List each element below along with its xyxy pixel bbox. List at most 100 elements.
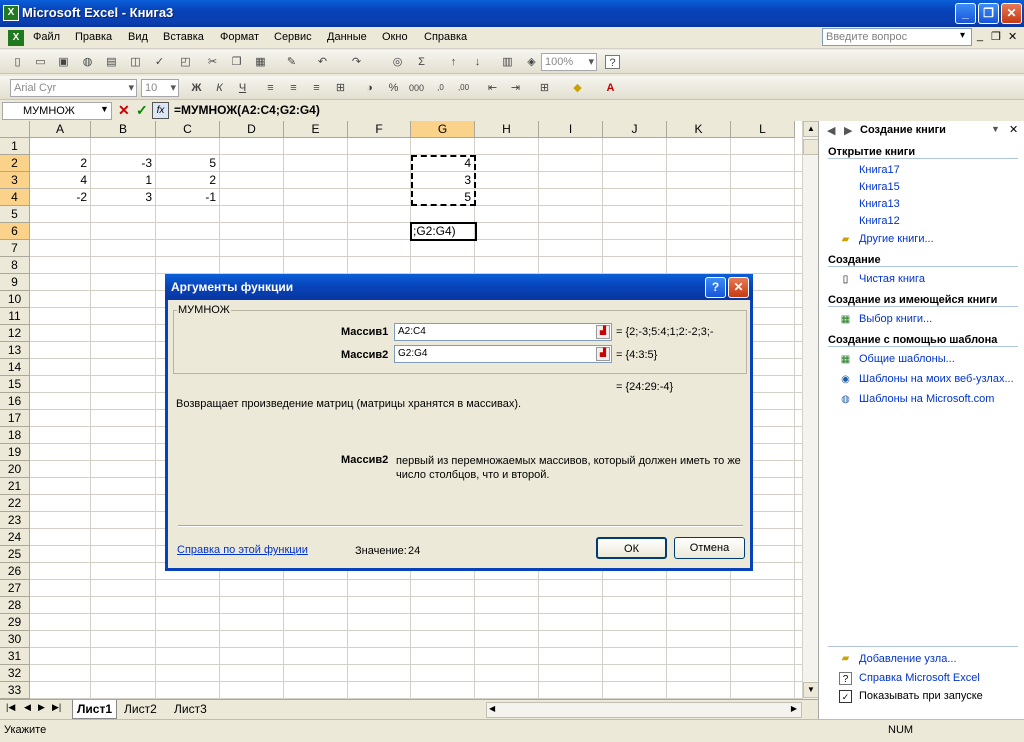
prev-sheet-icon[interactable]: ◀ — [24, 702, 31, 713]
bold-icon[interactable]: Ж — [189, 81, 204, 95]
row-header-8[interactable]: 8 — [0, 257, 30, 274]
scroll-down-button[interactable]: ▼ — [803, 682, 819, 698]
row-header-12[interactable]: 12 — [0, 325, 30, 342]
other-books-link[interactable]: Другие книги... — [859, 233, 934, 245]
cut-icon[interactable]: ✂ — [205, 55, 220, 69]
row-header-7[interactable]: 7 — [0, 240, 30, 257]
recent-book-1[interactable]: Книга17 — [859, 164, 900, 176]
menu-window[interactable]: Окно — [382, 31, 408, 43]
permission-icon[interactable]: ◍ — [80, 55, 95, 69]
column-header-A[interactable]: A — [30, 121, 91, 138]
scroll-thumb[interactable] — [803, 139, 819, 155]
font-select[interactable]: Arial Cyr — [10, 79, 137, 97]
excel-help-link[interactable]: Справка Microsoft Excel — [859, 672, 980, 684]
task-pane-close-icon[interactable]: ✕ — [1009, 123, 1018, 136]
sort-descending-icon[interactable]: ↓ — [470, 55, 485, 69]
next-sheet-icon[interactable]: ▶ — [38, 702, 45, 713]
recent-book-4[interactable]: Книга12 — [859, 215, 900, 227]
row-header-2[interactable]: 2 — [0, 155, 30, 172]
column-header-F[interactable]: F — [348, 121, 411, 138]
column-header-K[interactable]: K — [667, 121, 731, 138]
paste-icon[interactable]: ▦ — [253, 55, 268, 69]
hyperlink-icon[interactable]: ◎ — [390, 55, 405, 69]
row-header-5[interactable]: 5 — [0, 206, 30, 223]
enter-icon[interactable]: ✓ — [136, 102, 148, 119]
undo-icon[interactable]: ↶ — [315, 55, 330, 69]
redo-icon[interactable]: ↷ — [349, 55, 364, 69]
column-header-D[interactable]: D — [220, 121, 284, 138]
vertical-scrollbar[interactable]: ▲ ▼ — [802, 121, 819, 699]
italic-icon[interactable]: К — [212, 81, 227, 95]
sheet-tab-2[interactable]: Лист2 — [124, 702, 157, 716]
cell-C2[interactable]: 5 — [156, 155, 220, 172]
cell-A2[interactable]: 2 — [30, 155, 91, 172]
cell-C3[interactable]: 2 — [156, 172, 220, 189]
row-header-22[interactable]: 22 — [0, 495, 30, 512]
preview-icon[interactable]: ◫ — [128, 55, 143, 69]
cell-B2[interactable]: -3 — [91, 155, 156, 172]
research-icon[interactable]: ◰ — [178, 55, 193, 69]
cell-B4[interactable]: 3 — [91, 189, 156, 206]
show-on-start-checkbox[interactable]: ✓ — [839, 690, 852, 703]
copy-icon[interactable]: ❐ — [229, 55, 244, 69]
menu-file[interactable]: Файл — [33, 31, 60, 43]
ask-question-input[interactable]: Введите вопрос — [822, 28, 972, 46]
row-header-11[interactable]: 11 — [0, 308, 30, 325]
cell-A4[interactable]: -2 — [30, 189, 91, 206]
menu-help[interactable]: Справка — [424, 31, 467, 43]
add-node-link[interactable]: Добавление узла... — [859, 653, 957, 665]
cell-C4[interactable]: -1 — [156, 189, 220, 206]
menu-data[interactable]: Данные — [327, 31, 367, 43]
blank-workbook-link[interactable]: Чистая книга — [859, 273, 925, 285]
name-box-dropdown-icon[interactable]: ▼ — [100, 104, 109, 114]
row-header-6[interactable]: 6 — [0, 223, 30, 240]
row-header-24[interactable]: 24 — [0, 529, 30, 546]
first-sheet-icon[interactable]: |◀ — [6, 702, 15, 713]
drawing-icon[interactable]: ◈ — [524, 55, 539, 69]
merge-center-icon[interactable]: ⊞ — [333, 81, 348, 95]
cell-B3[interactable]: 1 — [91, 172, 156, 189]
row-header-31[interactable]: 31 — [0, 648, 30, 665]
decrease-decimal-icon[interactable]: ,00 — [456, 81, 471, 95]
cancel-icon[interactable]: ✕ — [118, 102, 130, 119]
row-header-30[interactable]: 30 — [0, 631, 30, 648]
insert-function-icon[interactable]: fx — [152, 102, 169, 119]
back-icon[interactable]: ◀ — [827, 124, 835, 137]
row-header-10[interactable]: 10 — [0, 291, 30, 308]
new-icon[interactable]: ▯ — [10, 55, 25, 69]
font-color-icon[interactable]: A — [603, 81, 618, 95]
autosum-icon[interactable]: Σ — [414, 55, 429, 69]
align-left-icon[interactable]: ≡ — [263, 81, 278, 95]
recent-book-2[interactable]: Книга15 — [859, 181, 900, 193]
save-icon[interactable]: ▣ — [56, 55, 71, 69]
sheet-tab-3[interactable]: Лист3 — [174, 702, 207, 716]
dialog-close-button[interactable]: ✕ — [728, 277, 749, 298]
doc-restore-button[interactable]: ❐ — [991, 30, 1001, 43]
column-header-C[interactable]: C — [156, 121, 220, 138]
row-header-3[interactable]: 3 — [0, 172, 30, 189]
row-header-14[interactable]: 14 — [0, 359, 30, 376]
row-header-28[interactable]: 28 — [0, 597, 30, 614]
row-header-32[interactable]: 32 — [0, 665, 30, 682]
thousands-icon[interactable]: 000 — [409, 81, 424, 95]
increase-decimal-icon[interactable]: ,0 — [433, 81, 448, 95]
underline-icon[interactable]: Ч — [235, 81, 250, 95]
doc-minimize-button[interactable]: _ — [977, 30, 983, 42]
row-header-26[interactable]: 26 — [0, 563, 30, 580]
horizontal-scrollbar[interactable]: ◀ ▶ — [486, 702, 802, 718]
last-sheet-icon[interactable]: ▶| — [52, 702, 61, 713]
close-button[interactable]: ✕ — [1001, 3, 1022, 24]
open-icon[interactable]: ▭ — [33, 55, 48, 69]
row-header-1[interactable]: 1 — [0, 138, 30, 155]
row-header-27[interactable]: 27 — [0, 580, 30, 597]
row-header-18[interactable]: 18 — [0, 427, 30, 444]
dialog-help-button[interactable]: ? — [705, 277, 726, 298]
row-header-17[interactable]: 17 — [0, 410, 30, 427]
menu-view[interactable]: Вид — [128, 31, 148, 43]
row-header-33[interactable]: 33 — [0, 682, 30, 699]
column-header-B[interactable]: B — [91, 121, 156, 138]
web-templates-link[interactable]: Шаблоны на моих веб-узлах... — [859, 373, 1014, 385]
scroll-right-button[interactable]: ▶ — [791, 704, 797, 713]
row-header-29[interactable]: 29 — [0, 614, 30, 631]
general-templates-link[interactable]: Общие шаблоны... — [859, 353, 955, 365]
